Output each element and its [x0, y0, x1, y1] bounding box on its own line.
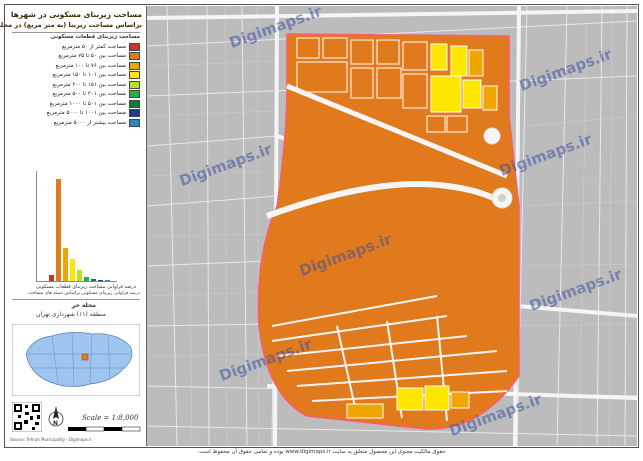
scale-label: Scale = 1:8,000 — [82, 414, 139, 422]
legend-label: مساحت بین ۵۰۱ تا ۱۰۰۰ مترمربع — [49, 100, 126, 107]
block-amber — [346, 403, 384, 419]
histogram-caption-2: درصد فراوانی زیربنای مسکونی براساس دسته … — [28, 291, 140, 296]
legend-label: مساحت کمتر از ۵۰ مترمربع — [61, 43, 126, 50]
legend-swatch — [129, 71, 140, 79]
map-title-line1: مساحت زیربنای مسکونی در شهرها — [10, 10, 142, 19]
legend-label: مساحت بیشتر از ۵۰۰۰ مترمربع — [53, 119, 126, 126]
scale-bar — [68, 426, 141, 432]
legend-swatch — [129, 109, 140, 117]
legend-item: مساحت بین ۷۶ تا ۱۰۰ مترمربع — [55, 61, 140, 70]
histogram-bar — [49, 274, 54, 281]
legend-item: مساحت بین ۲۰۱ تا ۵۰۰ مترمربع — [53, 90, 140, 99]
district-name: منطقه (۱۱) شهرداری تهران — [36, 311, 106, 318]
legend-item: مساحت بین ۵۰۱ تا ۱۰۰۰ مترمربع — [50, 99, 140, 108]
histogram-bar — [84, 276, 89, 281]
legend-label: مساحت بین ۷۶ تا ۱۰۰ مترمربع — [55, 62, 126, 69]
qr-code-icon — [12, 402, 42, 432]
legend-label: مساحت بین ۲۰۱ تا ۵۰۰ مترمربع — [52, 91, 126, 97]
map-sidebar: مساحت زیربنای مسکونی در شهرها براساس مسا… — [0, 6, 147, 446]
histogram-bar — [63, 248, 68, 281]
histogram-bar — [105, 279, 110, 281]
place-name: محله حر — [71, 302, 96, 309]
credits-text: Source: Tehran Municipality · Digimaps.i… — [10, 437, 92, 442]
inset-location-marker — [81, 353, 89, 361]
legend-item: مساحت بین ۱۵۱ تا ۲۰۰ مترمربع — [53, 80, 140, 89]
legend-label: مساحت بین ۱۰۱ تا ۱۵۰ مترمربع — [52, 72, 126, 78]
histogram-bar — [56, 179, 61, 281]
legend-swatch — [129, 61, 140, 70]
histogram-bar — [91, 278, 96, 281]
legend-item: مساحت بین ۱۰۱ تا ۱۵۰ مترمربع — [53, 71, 140, 80]
section-divider — [12, 299, 140, 300]
histogram-bar — [98, 279, 103, 281]
legend-swatch — [129, 80, 140, 89]
legend-item: مساحت بین ۵۰ تا ۷۵ مترمربع — [58, 52, 140, 61]
legend-header: مساحت زیربنای قطعات مسکونی — [50, 34, 140, 40]
legend-label: مساحت بین ۵۰ تا ۷۵ مترمربع — [58, 53, 126, 59]
block-yellow — [396, 387, 424, 411]
histogram-bar — [70, 258, 75, 281]
legend-label: مساحت بین ۱۰۰۱ تا ۵۰۰۰ مترمربع — [46, 110, 126, 116]
histogram-caption: درصد فراوانی مساحت زیربنای قطعات مسکونی — [35, 284, 136, 290]
legend-swatch — [129, 90, 140, 98]
roundabout-2 — [483, 127, 501, 145]
legend-item: مساحت کمتر از ۵۰ مترمربع — [62, 42, 140, 51]
legend-swatch — [129, 99, 140, 108]
legend-item: مساحت بیشتر از ۵۰۰۰ مترمربع — [54, 118, 140, 127]
legend-item: مساحت بین ۱۰۰۱ تا ۵۰۰۰ مترمربع — [47, 109, 140, 118]
north-label: N — [53, 420, 59, 427]
legend-swatch — [129, 42, 140, 51]
main-map: Digimaps.ir Digimaps.ir Digimaps.ir Digimap… — [147, 6, 637, 446]
footer-copyright: حقوق مالکیت معنوی این محصول متعلق به سای… — [197, 449, 446, 455]
legend-label: مساحت بین ۱۵۱ تا ۲۰۰ مترمربع — [52, 81, 126, 88]
histogram-bar — [77, 269, 82, 281]
title-divider — [12, 32, 140, 33]
histogram-chart — [36, 171, 117, 282]
legend-swatch — [129, 52, 140, 60]
legend-swatch — [129, 118, 140, 127]
inset-map — [12, 324, 140, 396]
map-title-line2: براساس مساحت زیربنا (به متر مربع) در محل… — [0, 21, 142, 29]
